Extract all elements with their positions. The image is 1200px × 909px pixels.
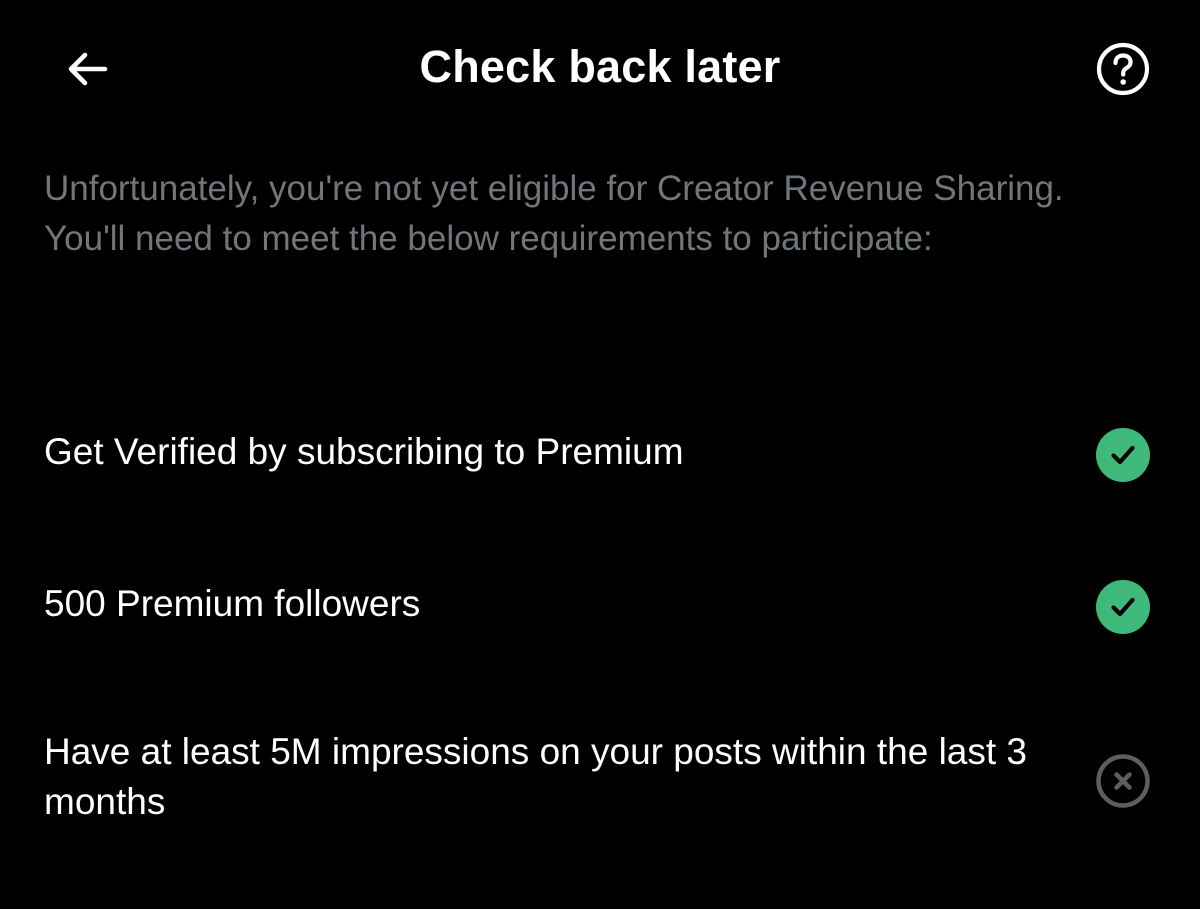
question-circle-icon <box>1096 42 1150 96</box>
requirement-label: Have at least 5M impressions on your pos… <box>44 731 1028 822</box>
eligibility-description: Unfortunately, you're not yet eligible f… <box>44 169 1064 258</box>
requirement-label: 500 Premium followers <box>44 583 421 624</box>
help-button[interactable] <box>1090 40 1156 98</box>
check-circle-icon <box>1096 580 1150 634</box>
requirement-label: Get Verified by subscribing to Premium <box>44 431 684 472</box>
x-circle-icon <box>1096 754 1150 808</box>
top-bar: Check back later <box>0 0 1200 135</box>
check-circle-icon <box>1096 428 1150 482</box>
page-title: Check back later <box>419 41 781 92</box>
